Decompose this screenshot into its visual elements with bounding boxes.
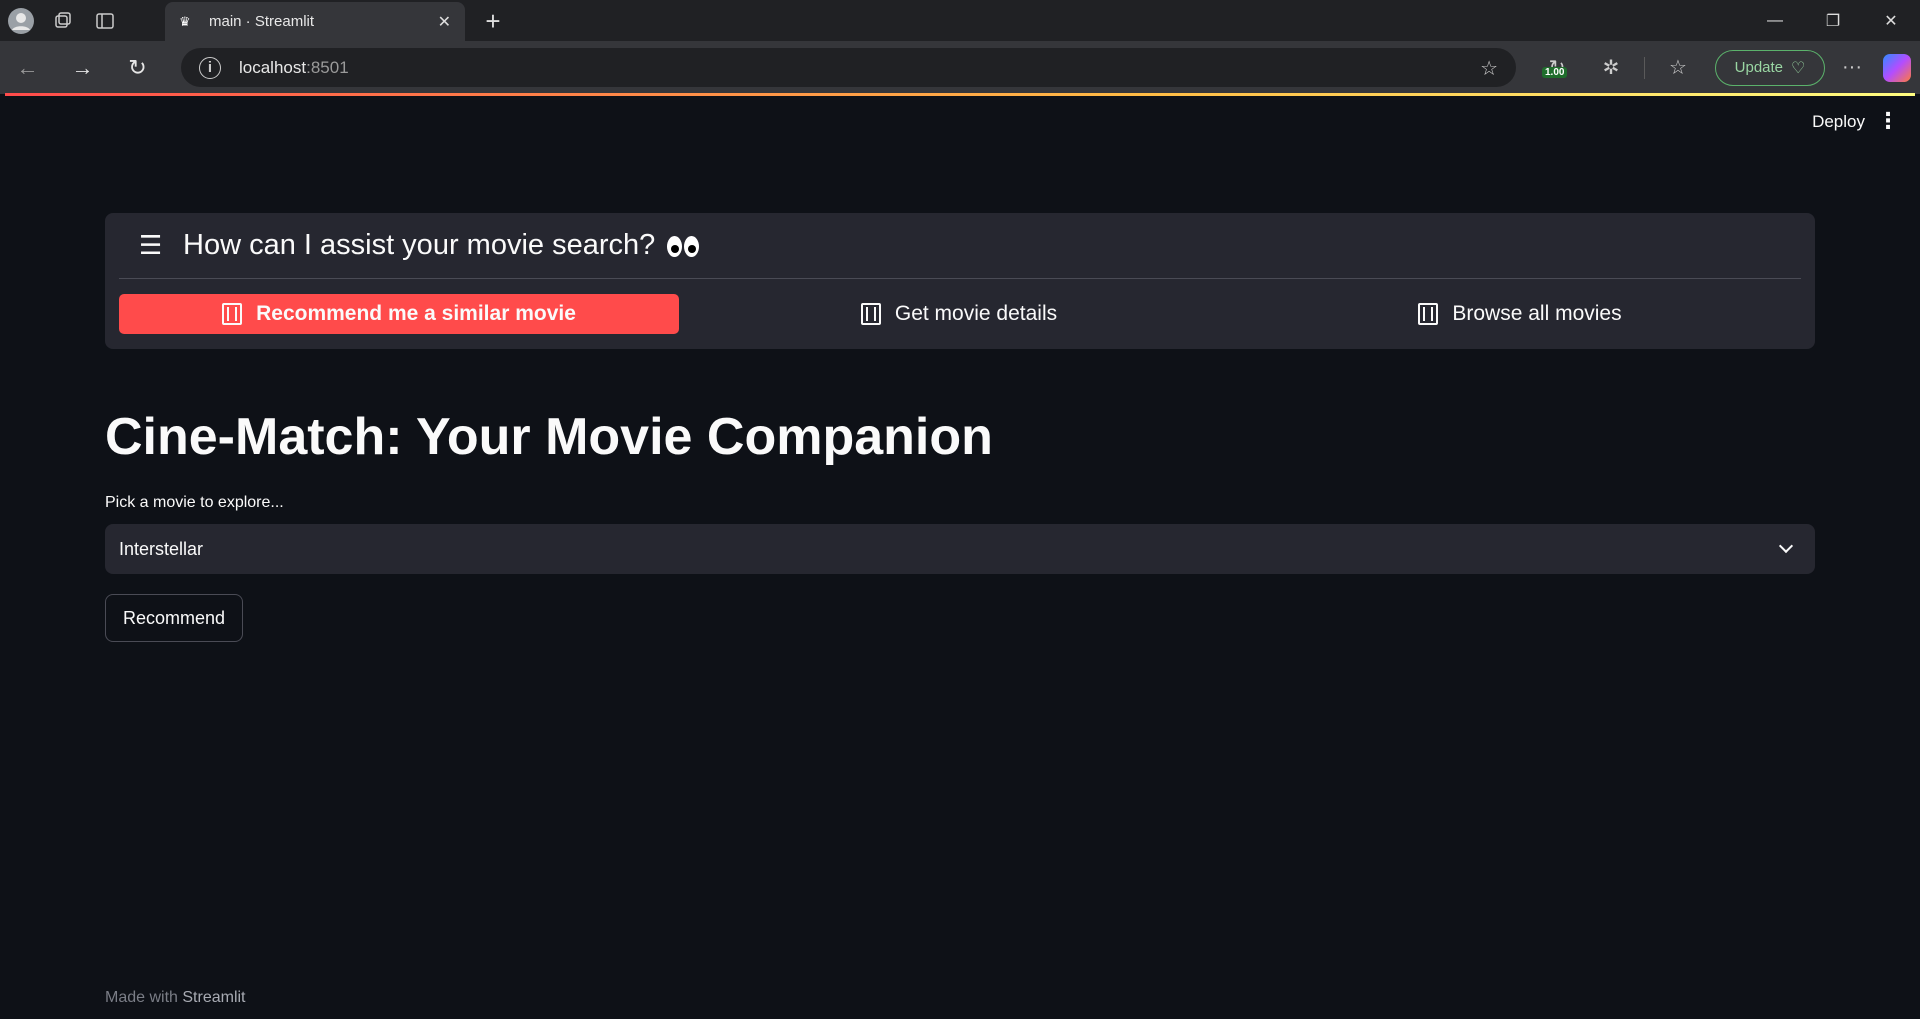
film-icon [222, 303, 243, 325]
option-menu-header: ☰ How can I assist your movie search? [119, 213, 1801, 279]
streamlit-favicon-icon: ♛ [179, 13, 191, 29]
option-menu-title: How can I assist your movie search? [183, 229, 700, 262]
browser-tab[interactable]: ♛ main · Streamlit ✕ [165, 2, 465, 41]
favorites-icon[interactable]: ☆ [1651, 55, 1705, 80]
menu-item-label: Recommend me a similar movie [256, 302, 576, 325]
deploy-button[interactable]: Deploy [1812, 112, 1865, 132]
health-heart-icon: ♡ [1791, 59, 1806, 77]
forward-icon[interactable]: → [55, 41, 110, 94]
main-menu-icon[interactable]: ⋮ [1877, 108, 1899, 134]
vertical-tabs-icon[interactable] [84, 0, 126, 41]
extension-icon[interactable]: ↻1.00 [1530, 55, 1584, 80]
option-menu: ☰ How can I assist your movie search? Re… [105, 213, 1815, 349]
menu-item-label: Browse all movies [1452, 302, 1622, 325]
streamlit-app: Deploy ⋮ ☰ How can I assist your movie s… [5, 96, 1915, 1019]
window-controls: — ❐ ✕ [1746, 0, 1920, 41]
page-title: Cine-Match: Your Movie Companion [105, 408, 993, 466]
extension-badge: 1.00 [1542, 67, 1568, 78]
more-options-icon[interactable]: ··· [1825, 56, 1879, 79]
restore-icon[interactable]: ❐ [1804, 0, 1862, 41]
update-button[interactable]: Update ♡ [1715, 49, 1825, 86]
site-info-icon[interactable]: i [199, 56, 221, 79]
footer: Made with Streamlit [105, 989, 246, 1007]
movie-select-label: Pick a movie to explore... [105, 494, 284, 511]
minimize-icon[interactable]: — [1746, 0, 1804, 41]
menu-item-details[interactable]: Get movie details [679, 294, 1239, 334]
movie-select-value: Interstellar [119, 538, 204, 559]
browser-tab-bar: ♛ main · Streamlit ✕ + — ❐ ✕ [0, 0, 1920, 41]
copilot-icon[interactable] [1883, 53, 1911, 82]
option-menu-items: Recommend me a similar movie Get movie d… [119, 294, 1801, 334]
toolbar-divider [1644, 56, 1645, 79]
address-bar[interactable]: i localhost:8501 ☆ [181, 48, 1516, 87]
back-icon[interactable]: ← [0, 41, 55, 94]
eyes-emoji-icon [667, 235, 700, 257]
menu-item-recommend[interactable]: Recommend me a similar movie [119, 294, 679, 334]
profile-icon[interactable] [0, 0, 42, 41]
reload-icon[interactable]: ↻ [110, 41, 165, 94]
menu-item-label: Get movie details [894, 302, 1058, 325]
menu-item-browse[interactable]: Browse all movies [1239, 294, 1801, 334]
tab-close-icon[interactable]: ✕ [438, 12, 451, 32]
new-tab-icon[interactable]: + [478, 6, 508, 37]
url-port: :8501 [306, 57, 349, 77]
recommend-button[interactable]: Recommend [105, 594, 243, 642]
film-icon [860, 303, 881, 325]
footer-prefix: Made with [105, 989, 178, 1006]
footer-brand-link[interactable]: Streamlit [182, 989, 245, 1006]
favorite-star-icon[interactable]: ☆ [1480, 56, 1498, 81]
url-host: localhost [239, 57, 307, 77]
update-label: Update [1734, 59, 1784, 76]
toolbar-right: ↻1.00 ✲ ☆ Update ♡ ··· [1530, 41, 1911, 94]
browser-nav-bar: ← → ↻ i localhost:8501 ☆ ↻1.00 ✲ ☆ Updat… [0, 41, 1920, 94]
hamburger-icon: ☰ [139, 230, 163, 260]
workspaces-icon[interactable] [42, 0, 84, 41]
chevron-down-icon[interactable] [1778, 538, 1794, 554]
extensions-puzzle-icon[interactable]: ✲ [1584, 55, 1638, 80]
film-icon [1418, 303, 1439, 325]
tab-title: main · Streamlit [209, 13, 315, 30]
movie-select[interactable]: Interstellar [105, 524, 1815, 574]
option-menu-title-text: How can I assist your movie search? [183, 229, 656, 261]
close-window-icon[interactable]: ✕ [1862, 0, 1920, 41]
